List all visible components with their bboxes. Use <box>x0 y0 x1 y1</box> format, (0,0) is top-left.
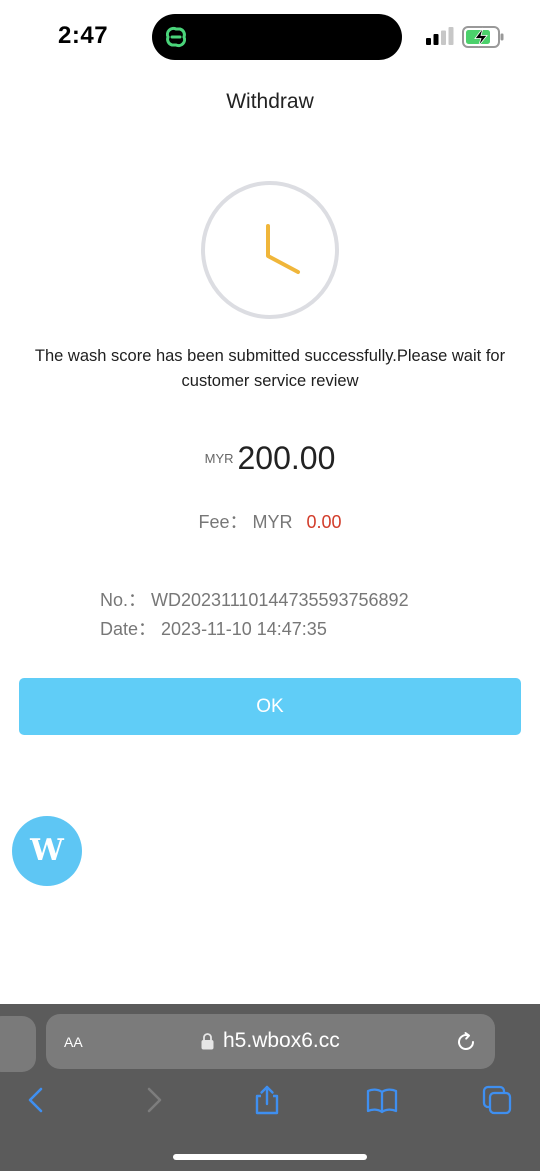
battery-charging-icon <box>462 26 504 48</box>
lock-icon <box>201 1033 214 1050</box>
home-indicator <box>173 1154 367 1160</box>
amount-row: MYR 200.00 <box>0 440 540 477</box>
aa-label: AA <box>64 1034 83 1050</box>
dynamic-island <box>152 14 402 60</box>
link-icon <box>165 26 187 48</box>
page-title: Withdraw <box>226 90 314 113</box>
fee-value: 0.00 <box>306 512 342 532</box>
url-text: h5.wbox6.cc <box>223 1029 340 1052</box>
reader-settings-button[interactable]: AA <box>64 1030 83 1053</box>
withdraw-amount: 200.00 <box>237 440 336 476</box>
order-date: Date： 2023-11-10 14:47:35 <box>100 619 327 639</box>
submission-message: The wash score has been submitted succes… <box>34 347 506 390</box>
browser-toolbar: AA h5.wbox6.cc <box>0 1004 540 1171</box>
order-info: No.： WD20231110144735593756892 Date： 202… <box>100 586 409 644</box>
fee-row: Fee： MYR 0.00 <box>0 508 540 534</box>
amount-currency: MYR <box>204 451 234 466</box>
status-time: 2:47 <box>58 22 109 49</box>
previous-tab-preview[interactable] <box>0 1016 36 1072</box>
fee-label: Fee： MYR <box>198 512 293 532</box>
back-icon[interactable] <box>20 1084 52 1116</box>
ok-button[interactable]: OK <box>19 678 521 735</box>
forward-icon[interactable] <box>138 1084 170 1116</box>
address-bar[interactable]: AA h5.wbox6.cc <box>46 1014 495 1069</box>
bookmarks-icon[interactable] <box>366 1084 398 1116</box>
order-number: No.： WD20231110144735593756892 <box>100 590 409 610</box>
tabs-icon[interactable] <box>481 1084 513 1116</box>
pending-clock-icon <box>201 181 339 319</box>
reload-icon[interactable] <box>455 1031 477 1053</box>
share-icon[interactable] <box>251 1084 283 1116</box>
cellular-signal-icon <box>426 27 454 45</box>
floating-logo-button[interactable]: W <box>12 816 82 886</box>
